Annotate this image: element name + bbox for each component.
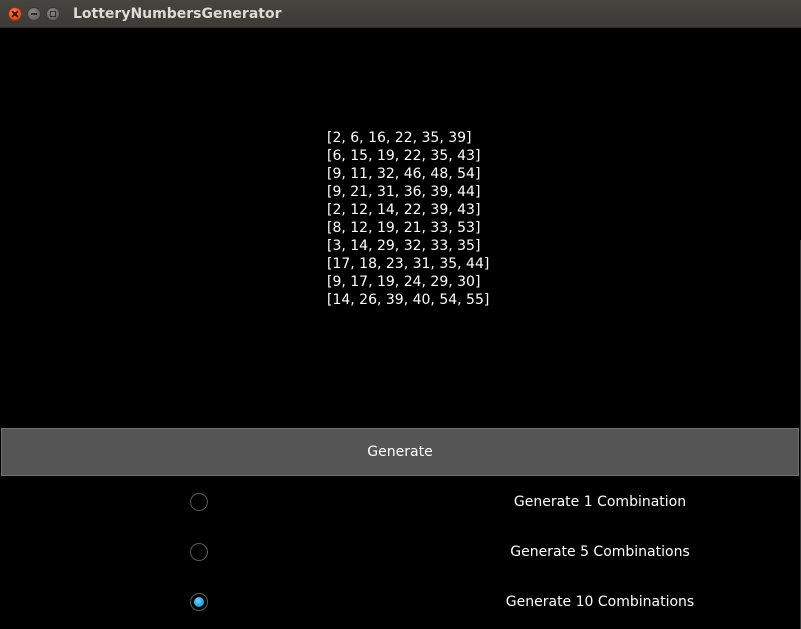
option-label[interactable]: Generate 1 Combination xyxy=(400,493,800,511)
radio-10-combinations[interactable] xyxy=(190,593,208,611)
combination-item: [8, 12, 19, 21, 33, 53] xyxy=(327,220,481,236)
combination-item: [2, 6, 16, 22, 35, 39] xyxy=(327,130,472,146)
combination-item: [9, 17, 19, 24, 29, 30] xyxy=(327,274,481,290)
option-10-combinations[interactable]: Generate 10 Combinations xyxy=(0,582,801,622)
close-icon[interactable] xyxy=(8,7,22,21)
generate-button[interactable]: Generate xyxy=(1,428,799,476)
combination-item: [14, 26, 39, 40, 54, 55] xyxy=(327,292,490,308)
option-label[interactable]: Generate 5 Combinations xyxy=(400,543,800,561)
minimize-icon[interactable] xyxy=(27,7,41,21)
maximize-icon[interactable] xyxy=(46,7,60,21)
radio-5-combinations[interactable] xyxy=(190,543,208,561)
title-bar[interactable]: LotteryNumbersGenerator xyxy=(0,0,801,28)
option-1-combination[interactable]: Generate 1 Combination xyxy=(0,482,801,522)
radio-1-combination[interactable] xyxy=(190,493,208,511)
window-title: LotteryNumbersGenerator xyxy=(73,6,282,22)
option-5-combinations[interactable]: Generate 5 Combinations xyxy=(0,532,801,572)
combination-item: [3, 14, 29, 32, 33, 35] xyxy=(327,238,481,254)
option-label[interactable]: Generate 10 Combinations xyxy=(400,593,800,611)
combination-item: [9, 21, 31, 36, 39, 44] xyxy=(327,184,481,200)
combinations-list: [2, 6, 16, 22, 35, 39] [6, 15, 19, 22, 3… xyxy=(327,129,489,309)
app-window: LotteryNumbersGenerator [2, 6, 16, 22, 3… xyxy=(0,0,801,629)
combination-item: [2, 12, 14, 22, 39, 43] xyxy=(327,202,481,218)
combination-item: [17, 18, 23, 31, 35, 44] xyxy=(327,256,490,272)
combination-item: [6, 15, 19, 22, 35, 43] xyxy=(327,148,481,164)
combination-item: [9, 11, 32, 46, 48, 54] xyxy=(327,166,481,182)
